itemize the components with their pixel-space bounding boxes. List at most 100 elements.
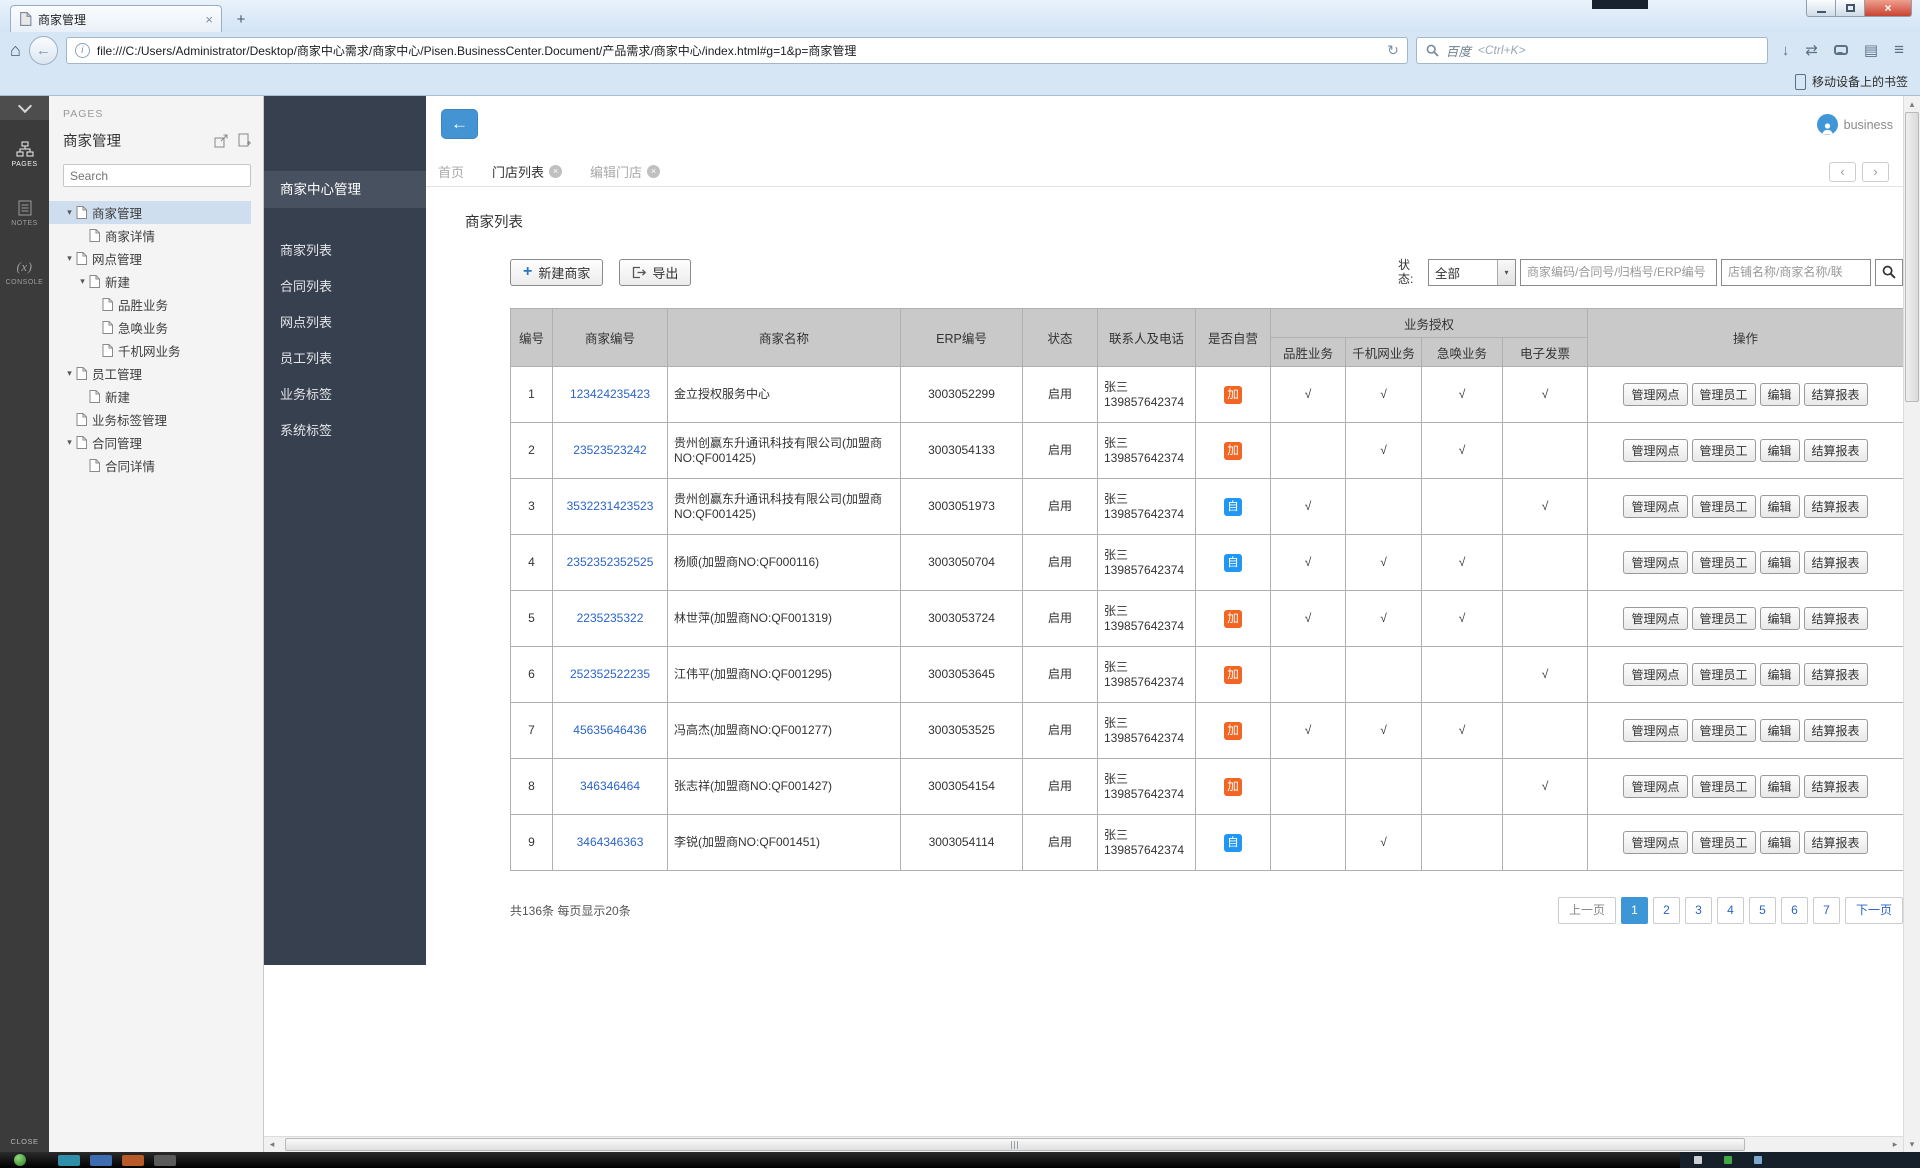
row-action-button[interactable]: 管理员工: [1692, 663, 1756, 686]
row-action-button[interactable]: 编辑: [1760, 719, 1800, 742]
next-page-button[interactable]: 下一页: [1845, 897, 1903, 924]
row-action-button[interactable]: 结算报表: [1804, 551, 1868, 574]
row-action-button[interactable]: 管理网点: [1623, 719, 1687, 742]
user-badge[interactable]: business: [1817, 114, 1893, 135]
sidebar-menu-item[interactable]: 员工列表: [264, 341, 426, 377]
rail-console-button[interactable]: (x) CONSOLE: [0, 250, 49, 295]
tree-expand-icon[interactable]: ▾: [63, 253, 76, 264]
sidebar-menu-item[interactable]: 合同列表: [264, 269, 426, 305]
row-action-button[interactable]: 管理网点: [1623, 495, 1687, 518]
row-action-button[interactable]: 管理网点: [1623, 607, 1687, 630]
taskbar-icon[interactable]: [90, 1155, 112, 1166]
merchant-no-link[interactable]: 23523523242: [573, 443, 646, 457]
row-action-button[interactable]: 管理网点: [1623, 775, 1687, 798]
row-action-button[interactable]: 管理网点: [1623, 663, 1687, 686]
tree-expand-icon[interactable]: ▾: [63, 207, 76, 218]
page-number-button[interactable]: 5: [1749, 897, 1776, 924]
row-action-button[interactable]: 管理网点: [1623, 831, 1687, 854]
chat-icon[interactable]: [1834, 45, 1848, 55]
tree-item[interactable]: 品胜业务: [49, 293, 251, 316]
search-button[interactable]: [1875, 259, 1903, 286]
start-button[interactable]: [14, 1154, 26, 1166]
window-restore-button[interactable]: [1836, 0, 1865, 17]
home-icon[interactable]: ⌂: [10, 40, 21, 61]
sync-icon[interactable]: ⇄: [1805, 41, 1818, 59]
row-action-button[interactable]: 结算报表: [1804, 383, 1868, 406]
content-tab[interactable]: 首页: [438, 162, 464, 181]
row-action-button[interactable]: 结算报表: [1804, 831, 1868, 854]
tree-item[interactable]: ▾ 新建: [49, 270, 251, 293]
tree-item[interactable]: ▾ 商家管理: [49, 201, 251, 224]
sidebar-menu-item[interactable]: 系统标签: [264, 413, 426, 449]
scroll-up-icon[interactable]: ▴: [1904, 96, 1920, 112]
tree-item[interactable]: 新建: [49, 385, 251, 408]
prev-page-button[interactable]: 上一页: [1558, 897, 1616, 924]
tray-icon[interactable]: [1694, 1156, 1702, 1164]
address-bar[interactable]: i file:///C:/Users/Administrator/Desktop…: [66, 37, 1408, 64]
row-action-button[interactable]: 管理员工: [1692, 383, 1756, 406]
row-action-button[interactable]: 管理员工: [1692, 719, 1756, 742]
row-action-button[interactable]: 编辑: [1760, 551, 1800, 574]
row-action-button[interactable]: 管理员工: [1692, 831, 1756, 854]
merchant-no-link[interactable]: 123424235423: [570, 387, 650, 401]
tray-icon[interactable]: [1724, 1156, 1732, 1164]
taskbar-icon[interactable]: [154, 1155, 176, 1166]
page-number-button[interactable]: 7: [1813, 897, 1840, 924]
row-action-button[interactable]: 编辑: [1760, 663, 1800, 686]
taskbar-icon[interactable]: [122, 1155, 144, 1166]
tree-item[interactable]: 商家详情: [49, 224, 251, 247]
tree-expand-icon[interactable]: ▾: [63, 437, 76, 448]
tree-expand-icon[interactable]: ▾: [76, 276, 89, 287]
rail-pages-button[interactable]: PAGES: [0, 132, 49, 177]
row-action-button[interactable]: 结算报表: [1804, 775, 1868, 798]
row-action-button[interactable]: 管理网点: [1623, 551, 1687, 574]
tree-item[interactable]: ▾ 网点管理: [49, 247, 251, 270]
row-action-button[interactable]: 编辑: [1760, 831, 1800, 854]
sidebar-menu-item[interactable]: 网点列表: [264, 305, 426, 341]
rail-notes-button[interactable]: NOTES: [0, 191, 49, 236]
row-action-button[interactable]: 编辑: [1760, 607, 1800, 630]
horizontal-scroll-thumb[interactable]: [285, 1138, 1745, 1151]
vertical-scrollbar[interactable]: ▴ ▾: [1903, 96, 1920, 1152]
row-action-button[interactable]: 结算报表: [1804, 607, 1868, 630]
merchant-no-link[interactable]: 3532231423523: [567, 499, 654, 513]
tree-item[interactable]: ▾ 合同管理: [49, 431, 251, 454]
merchant-no-link[interactable]: 252352522235: [570, 667, 650, 681]
window-close-button[interactable]: ×: [1865, 0, 1912, 17]
tabs-prev-button[interactable]: ‹: [1829, 162, 1856, 182]
row-action-button[interactable]: 管理员工: [1692, 607, 1756, 630]
collapse-panel-button[interactable]: [0, 96, 49, 120]
merchant-no-link[interactable]: 2352352352525: [567, 555, 654, 569]
merchant-no-link[interactable]: 3464346363: [577, 835, 644, 849]
back-button[interactable]: ←: [29, 36, 58, 65]
row-action-button[interactable]: 管理网点: [1623, 439, 1687, 462]
tree-item[interactable]: 千机网业务: [49, 339, 251, 362]
export-button[interactable]: 导出: [619, 259, 691, 286]
vertical-scroll-thumb[interactable]: [1905, 112, 1919, 402]
row-action-button[interactable]: 管理员工: [1692, 775, 1756, 798]
row-action-button[interactable]: 结算报表: [1804, 495, 1868, 518]
horizontal-scrollbar[interactable]: ◂ ▸: [264, 1136, 1903, 1152]
store-name-input[interactable]: [1721, 259, 1871, 286]
tree-item[interactable]: 业务标签管理: [49, 408, 251, 431]
tray-icon[interactable]: [1754, 1156, 1762, 1164]
tab-close-icon[interactable]: ×: [205, 13, 213, 26]
merchant-no-link[interactable]: 346346464: [580, 779, 640, 793]
row-action-button[interactable]: 编辑: [1760, 495, 1800, 518]
merchant-no-link[interactable]: 2235235322: [577, 611, 644, 625]
row-action-button[interactable]: 编辑: [1760, 439, 1800, 462]
sidebar-menu-item[interactable]: 商家列表: [264, 233, 426, 269]
sidebar-header[interactable]: 商家中心管理: [264, 171, 426, 208]
share-page-icon[interactable]: [214, 134, 229, 148]
browser-search-box[interactable]: 百度 <Ctrl+K>: [1416, 37, 1768, 64]
add-page-icon[interactable]: [238, 133, 251, 148]
row-action-button[interactable]: 管理员工: [1692, 495, 1756, 518]
row-action-button[interactable]: 编辑: [1760, 775, 1800, 798]
new-merchant-button[interactable]: + 新建商家: [510, 259, 603, 286]
page-number-button[interactable]: 4: [1717, 897, 1744, 924]
row-action-button[interactable]: 结算报表: [1804, 663, 1868, 686]
page-back-button[interactable]: ←: [441, 109, 478, 139]
status-select[interactable]: 全部 ▾: [1428, 259, 1516, 286]
menu-icon[interactable]: ≡: [1894, 40, 1904, 60]
reload-icon[interactable]: ↻: [1387, 42, 1399, 59]
